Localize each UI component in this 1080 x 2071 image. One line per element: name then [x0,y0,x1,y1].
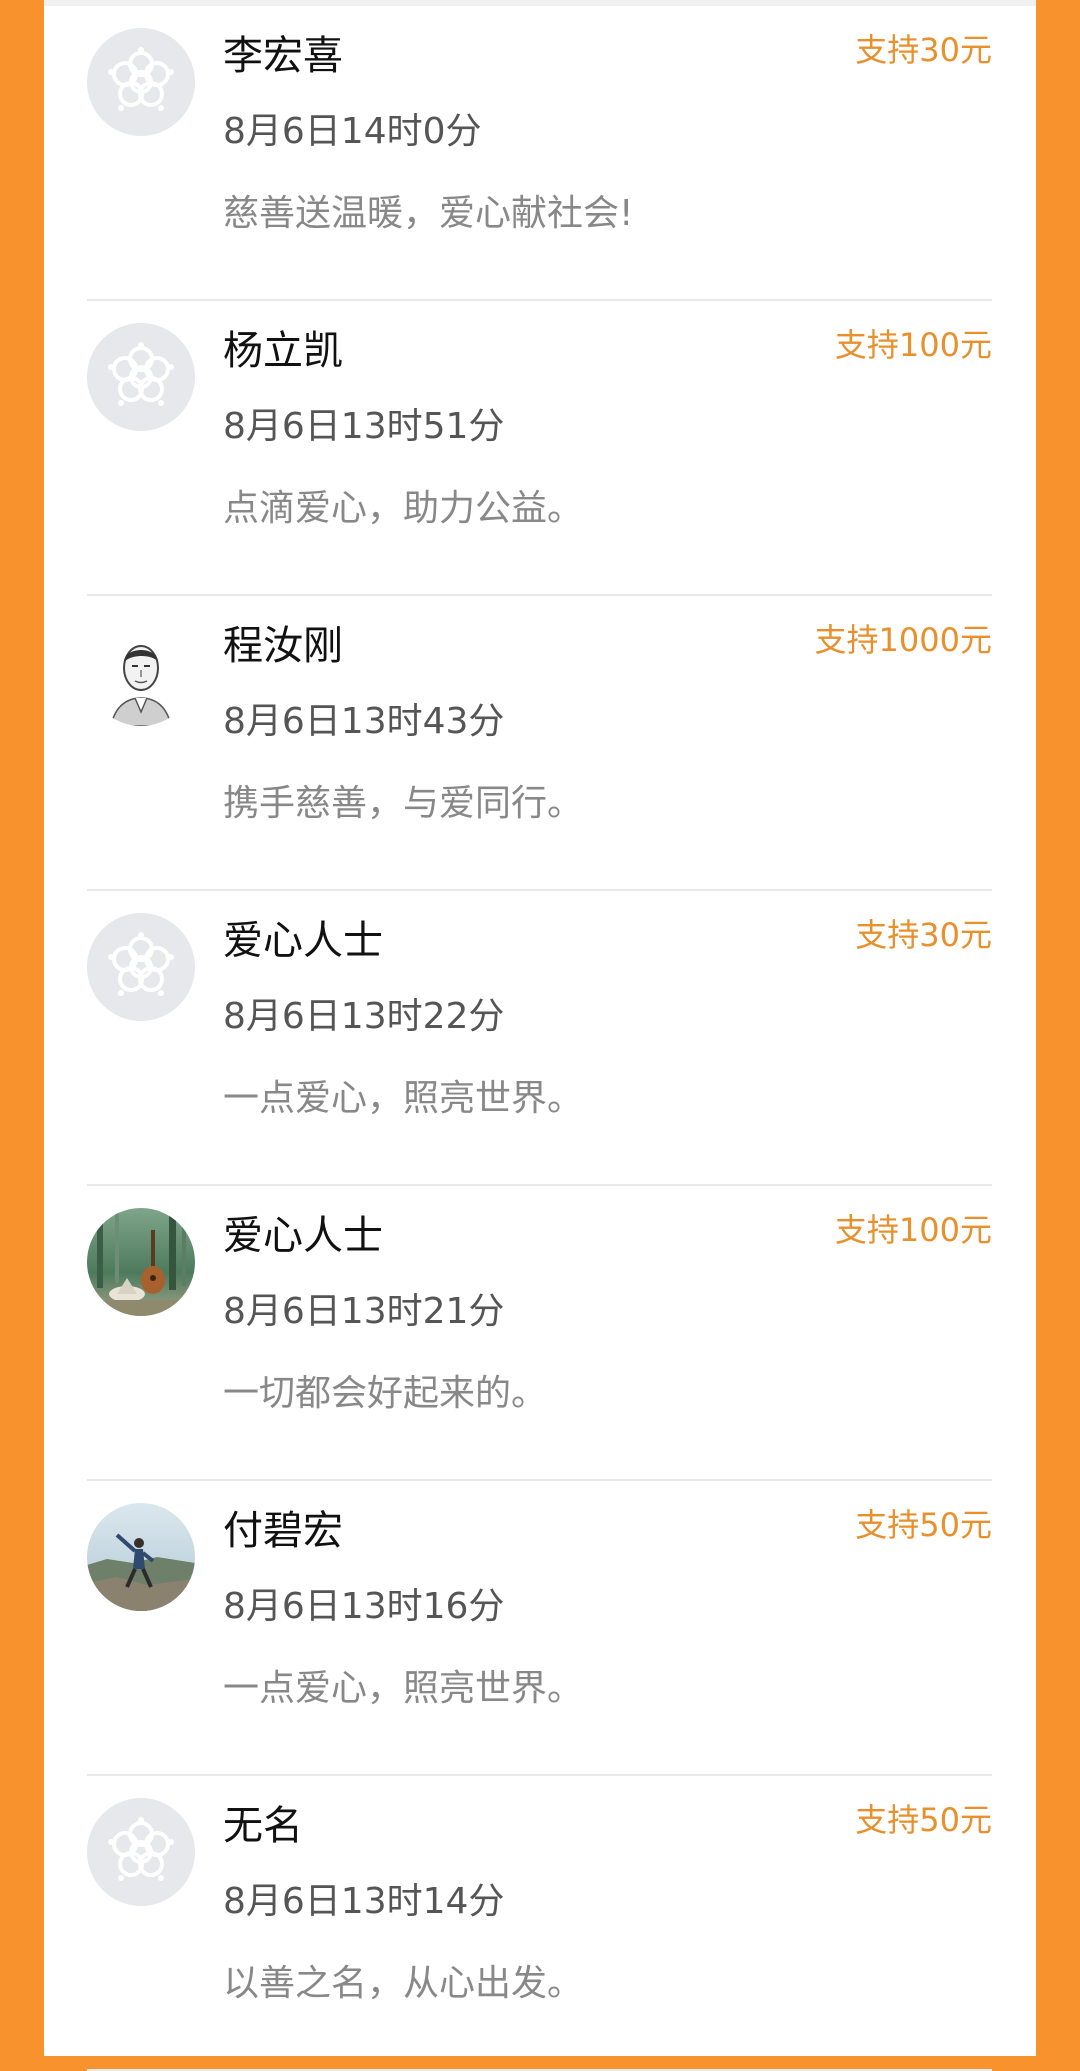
donation-row[interactable]: 程汝刚 8月6日13时43分 携手慈善，与爱同行。 支持1000元 [44,596,1036,891]
donation-amount: 支持30元 [855,916,992,954]
default-flower-avatar-icon [87,323,195,431]
donation-list-card: 李宏喜 8月6日14时0分 慈善送温暖，爱心献社会! 支持30元 杨立凯 8月6… [44,6,1036,2071]
donation-amount: 支持50元 [855,1801,992,1839]
donation-time: 8月6日13时14分 [223,1881,505,1922]
donor-name: 爱心人士 [223,1213,383,1259]
donation-message: 一切都会好起来的。 [223,1373,548,1414]
donation-time: 8月6日13时43分 [223,701,505,742]
donor-name: 爱心人士 [223,918,383,964]
default-flower-avatar-icon [87,1798,195,1906]
default-flower-avatar-icon [87,28,195,136]
donation-row[interactable]: 付碧宏 8月6日13时16分 一点爱心，照亮世界。 支持50元 [44,1481,1036,1776]
donor-name: 付碧宏 [223,1508,343,1554]
portrait-sketch-avatar-icon [87,618,195,726]
donation-list: 李宏喜 8月6日14时0分 慈善送温暖，爱心献社会! 支持30元 杨立凯 8月6… [44,6,1036,2071]
donation-message: 以善之名，从心出发。 [223,1963,584,2004]
donor-name: 杨立凯 [223,328,343,374]
donation-amount: 支持100元 [834,326,992,364]
donor-name: 李宏喜 [223,33,343,79]
donation-message: 一点爱心，照亮世界。 [223,1078,584,1119]
donation-row[interactable]: 无名 8月6日13时14分 以善之名，从心出发。 支持50元 [44,1776,1036,2071]
donation-time: 8月6日14时0分 [223,111,482,152]
donation-row[interactable]: 李宏喜 8月6日14时0分 慈善送温暖，爱心献社会! 支持30元 [44,6,1036,301]
donation-row[interactable]: 爱心人士 8月6日13时21分 一切都会好起来的。 支持100元 [44,1186,1036,1481]
donor-name: 程汝刚 [223,623,343,669]
donation-message: 一点爱心，照亮世界。 [223,1668,584,1709]
person-outdoor-photo-avatar-icon [87,1503,195,1611]
donation-time: 8月6日13时51分 [223,406,505,447]
donation-message: 慈善送温暖，爱心献社会! [223,193,634,234]
donation-amount: 支持100元 [834,1211,992,1249]
donation-message: 点滴爱心，助力公益。 [223,488,584,529]
donation-time: 8月6日13时21分 [223,1291,505,1332]
guitar-forest-photo-avatar-icon [87,1208,195,1316]
donation-amount: 支持50元 [855,1506,992,1544]
donation-row[interactable]: 杨立凯 8月6日13时51分 点滴爱心，助力公益。 支持100元 [44,301,1036,596]
donation-time: 8月6日13时22分 [223,996,505,1037]
donation-amount: 支持30元 [855,31,992,69]
donation-message: 携手慈善，与爱同行。 [223,783,584,824]
default-flower-avatar-icon [87,913,195,1021]
donation-amount: 支持1000元 [814,621,992,659]
donor-name: 无名 [223,1803,303,1849]
donation-time: 8月6日13时16分 [223,1586,505,1627]
donation-row[interactable]: 爱心人士 8月6日13时22分 一点爱心，照亮世界。 支持30元 [44,891,1036,1186]
